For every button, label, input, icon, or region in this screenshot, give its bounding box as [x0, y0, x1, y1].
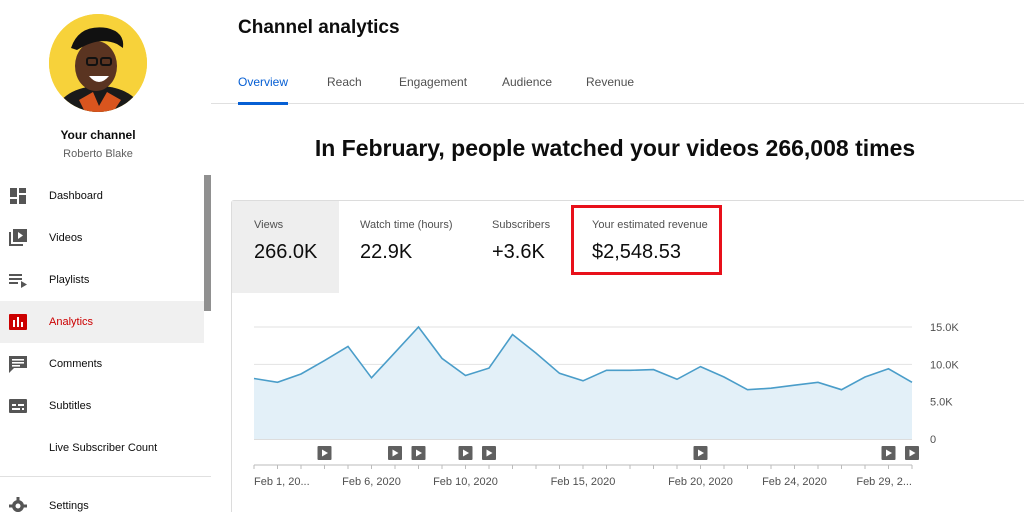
metric-watch-time[interactable]: Watch time (hours) 22.9K	[339, 201, 469, 293]
sidebar-nav: Dashboard Videos Playlists Analytics Com…	[0, 175, 204, 469]
sidebar-item-subtitles[interactable]: Subtitles	[0, 385, 204, 427]
playlists-icon	[8, 270, 28, 290]
sidebar-item-settings[interactable]: Settings	[0, 486, 204, 512]
sidebar-divider	[0, 476, 211, 477]
tab-overview[interactable]: Overview	[238, 60, 289, 105]
analytics-icon	[8, 312, 28, 332]
channel-name: Roberto Blake	[63, 148, 133, 160]
sidebar-item-label: Dashboard	[49, 190, 103, 202]
x-tick-label: Feb 15, 2020	[551, 476, 616, 488]
x-tick-label: Feb 1, 20...	[254, 476, 310, 488]
views-chart: 15.0K 10.0K 5.0K 0 Feb 1, 20... Feb 6, 2020 Fe…	[232, 293, 1024, 512]
avatar[interactable]	[49, 14, 147, 112]
y-tick-label: 5.0K	[930, 397, 953, 409]
headline: In February, people watched your videos …	[314, 135, 916, 161]
tab-revenue[interactable]: Revenue	[586, 60, 634, 104]
x-tick-label: Feb 10, 2020	[433, 476, 498, 488]
subtitles-icon	[8, 396, 28, 416]
sidebar-scrollbar[interactable]	[204, 175, 211, 311]
comments-icon	[8, 354, 28, 374]
gear-icon	[8, 496, 28, 512]
tab-bar: Overview Reach Engagement Audience Reven…	[211, 60, 1024, 105]
page-title: Channel analytics	[238, 17, 400, 38]
metric-subscribers[interactable]: Subscribers +3.6K	[469, 201, 569, 293]
sidebar-item-live-subscriber-count[interactable]: Live Subscriber Count	[0, 427, 204, 469]
metric-value: +3.6K	[492, 241, 545, 263]
videos-icon	[8, 228, 28, 248]
x-tick-label: Feb 24, 2020	[762, 476, 827, 488]
y-tick-label: 10.0K	[930, 359, 959, 371]
sidebar-item-playlists[interactable]: Playlists	[0, 259, 204, 301]
metric-label: Subscribers	[492, 219, 551, 231]
chart-svg: 15.0K 10.0K 5.0K 0 Feb 1, 20... Feb 6, 2020 Fe…	[253, 322, 959, 488]
analytics-card: Views 266.0K Watch time (hours) 22.9K Su…	[231, 200, 1024, 512]
channel-label: Your channel	[60, 128, 136, 142]
sidebar-item-label: Comments	[49, 358, 103, 370]
metric-label: Watch time (hours)	[360, 219, 453, 231]
sidebar-item-label: Subtitles	[49, 400, 92, 412]
tab-engagement[interactable]: Engagement	[399, 60, 467, 104]
sidebar-item-videos[interactable]: Videos	[0, 217, 204, 259]
dashboard-icon	[8, 186, 28, 206]
sidebar-item-analytics[interactable]: Analytics	[0, 301, 204, 343]
sidebar-item-label: Settings	[49, 500, 89, 512]
x-tick-label: Feb 6, 2020	[342, 476, 401, 488]
sidebar-item-label: Live Subscriber Count	[49, 442, 158, 454]
x-tick-label: Feb 20, 2020	[668, 476, 733, 488]
revenue-highlight-box	[571, 205, 722, 275]
y-tick-label: 0	[930, 434, 936, 446]
tab-reach[interactable]: Reach	[327, 60, 362, 104]
sidebar-item-label: Playlists	[49, 274, 90, 286]
metric-value: 22.9K	[360, 241, 413, 263]
y-tick-label: 15.0K	[930, 322, 959, 334]
sidebar: Your channel Roberto Blake Dashboard Vid…	[0, 0, 211, 512]
metric-label: Views	[254, 219, 284, 231]
metric-views[interactable]: Views 266.0K	[232, 201, 339, 293]
metric-value: 266.0K	[254, 241, 318, 263]
sidebar-item-label: Analytics	[49, 316, 94, 328]
sidebar-item-dashboard[interactable]: Dashboard	[0, 175, 204, 217]
x-tick-label: Feb 29, 2...	[856, 476, 912, 488]
tab-audience[interactable]: Audience	[502, 60, 552, 104]
sidebar-item-comments[interactable]: Comments	[0, 343, 204, 385]
sidebar-item-label: Videos	[49, 232, 83, 244]
